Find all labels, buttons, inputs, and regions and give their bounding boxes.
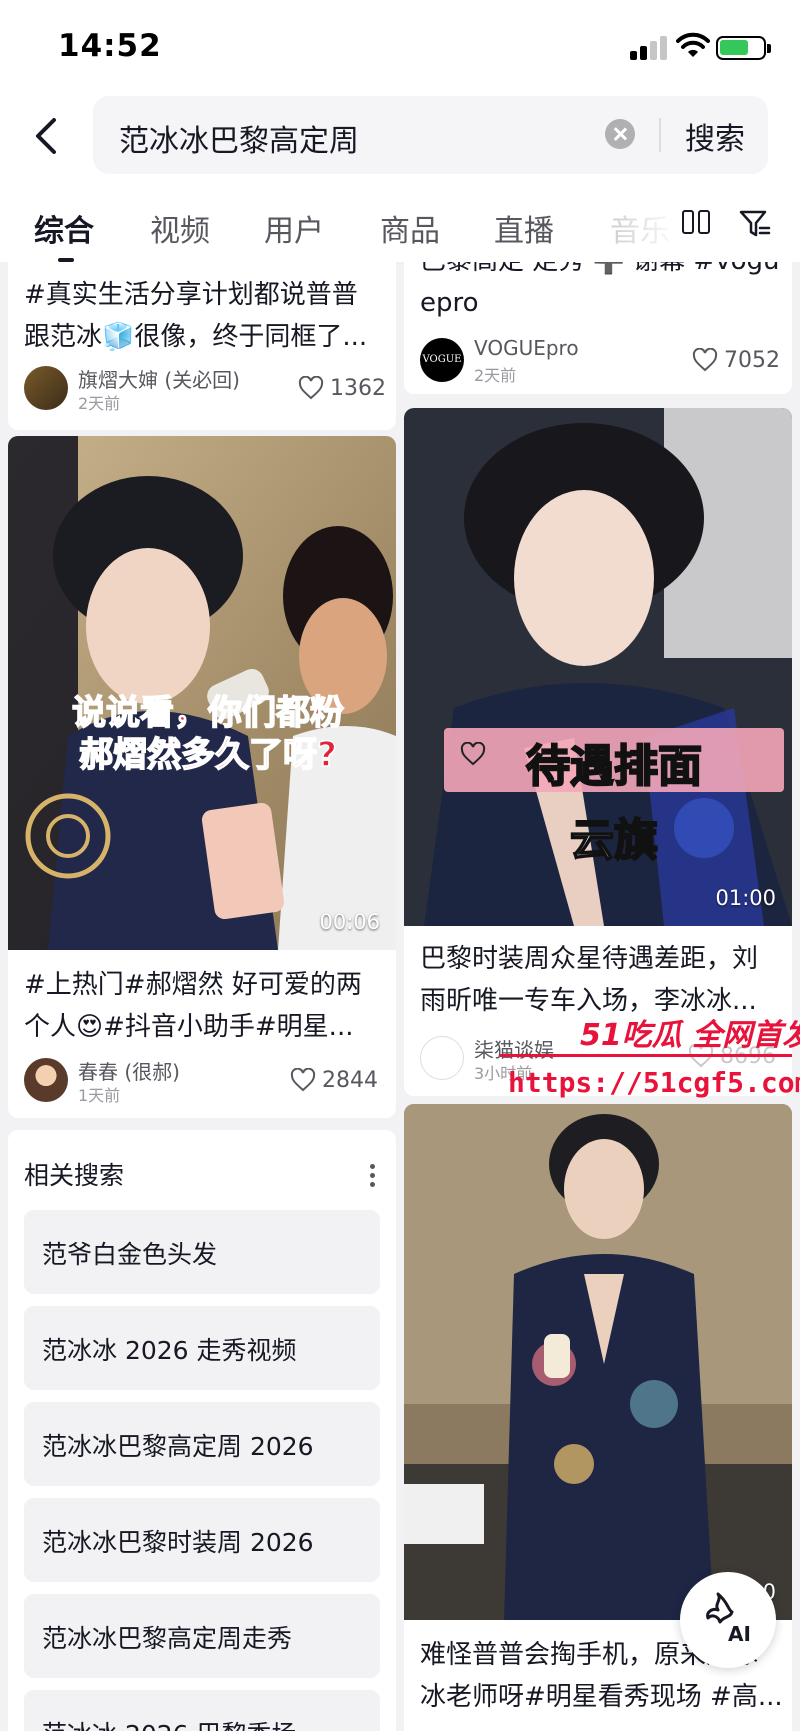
card-title-line1: 巴黎高定 走秀 ➕ 谢幕 #vogu (420, 262, 780, 282)
video-duration: 01:00 (715, 886, 776, 910)
related-search-text: 范冰冰 2026 巴黎秀场 (42, 1715, 297, 1731)
video-card-right-1[interactable]: 巴黎高定 走秀 ➕ 谢幕 #vogu epro VOGUE VOGUEpro 2… (404, 262, 792, 394)
related-search-item[interactable]: 范爷白金色头发 (24, 1210, 380, 1294)
search-query-text[interactable]: 范冰冰巴黎高定周 (119, 116, 359, 160)
card-title-line2: epro (420, 288, 479, 318)
ai-label: AI (728, 1622, 751, 1646)
author-name: VOGUEpro (474, 336, 579, 360)
related-search-item[interactable]: 范冰冰巴黎高定周 2026 (24, 1402, 380, 1486)
tab-users[interactable]: 用户 (264, 206, 324, 250)
heart-icon (290, 1067, 316, 1092)
video-duration: 00:06 (319, 910, 380, 934)
thumbnail-image (404, 1104, 792, 1620)
video-thumbnail[interactable]: 待遇排面 云旗 01:00 (404, 408, 792, 926)
more-options-icon[interactable] (370, 1164, 376, 1190)
related-search-text: 范冰冰巴黎高定周 2026 (42, 1432, 314, 1461)
vogue-logo-avatar: VOGUE (420, 338, 464, 382)
like-count[interactable]: 1362 (298, 375, 386, 401)
wifi-icon (676, 32, 710, 57)
tab-bar: 综合 视频 用户 商品 直播 音乐 (0, 184, 800, 262)
related-search-item[interactable]: 范冰冰 2026 巴黎秀场 (24, 1690, 380, 1731)
related-search-text: 范冰冰巴黎时装周 2026 (42, 1528, 314, 1557)
clear-icon[interactable] (605, 119, 635, 149)
caption-line2: 郝熠然多久了呀? (78, 734, 337, 776)
like-count[interactable]: 7052 (692, 347, 780, 373)
tab-fade-mask (600, 184, 680, 262)
avatar (24, 366, 68, 410)
author-name: 春春 (很郝) (78, 1060, 180, 1084)
card-title-line2: 跟范冰🧊很像，终于同框了... (24, 322, 368, 352)
tab-comprehensive[interactable]: 综合 (34, 206, 94, 250)
ai-assistant-button[interactable]: AI (680, 1572, 776, 1668)
search-button[interactable]: 搜索 (685, 114, 745, 158)
related-search-item[interactable]: 范冰冰巴黎高定周走秀 (24, 1594, 380, 1678)
video-card-left-2[interactable]: 说说看，你们都粉 郝熠然多久了呀? 00:06 #上热门#郝熠然 好可爱的两 个… (8, 436, 396, 1118)
card-title-line2: 个人😍#抖音小助手#明星... (24, 1012, 354, 1042)
related-search-text: 范冰冰 2026 走秀视频 (42, 1336, 297, 1365)
dual-column-icon[interactable] (682, 210, 712, 234)
post-time: 2天前 (78, 394, 121, 413)
tab-video[interactable]: 视频 (150, 206, 210, 250)
card-title-line2: 冰老师呀#明星看秀现场 #高... (420, 1682, 783, 1712)
thumbnail-caption: 说说看，你们都粉 郝熠然多久了呀? (48, 692, 368, 776)
related-search-title: 相关搜索 (24, 1161, 125, 1190)
filter-icon[interactable] (738, 208, 772, 240)
like-count-value: 2844 (322, 1068, 378, 1093)
cellular-signal-icon (630, 36, 670, 60)
author-name: 旗熠大婶 (关必回) (78, 368, 240, 392)
watermark-text: 51吃瓜 全网首发 (580, 1018, 800, 1053)
related-search-item[interactable]: 范冰冰 2026 走秀视频 (24, 1306, 380, 1390)
watermark-overlay: 51吃瓜 全网首发 https://51cgf5.com (500, 1010, 800, 1110)
caption-line2: 云旗 (569, 814, 659, 867)
card-title-line1: 巴黎时装周众星待遇差距，刘 (420, 944, 759, 974)
like-count-value: 7052 (724, 348, 780, 373)
watermark-url: https://51cgf5.com (508, 1066, 800, 1099)
search-input[interactable]: 范冰冰巴黎高定周 搜索 (93, 96, 768, 174)
related-search-panel: 相关搜索 范爷白金色头发 范冰冰 2026 走秀视频 范冰冰巴黎高定周 2026… (8, 1130, 396, 1731)
caption-line1: 待遇排面 (525, 740, 703, 793)
like-count[interactable]: 2844 (290, 1067, 378, 1093)
caption-line1: 说说看，你们都粉 (71, 692, 345, 734)
battery-icon (716, 36, 771, 60)
video-thumbnail[interactable]: 00:20 (404, 1104, 792, 1620)
thumbnail-caption: 待遇排面 云旗 (494, 730, 734, 878)
like-count-value: 1362 (330, 376, 386, 401)
avatar (24, 1058, 68, 1102)
watermark-divider (500, 1054, 792, 1057)
card-title-line1: #上热门#郝熠然 好可爱的两 (24, 970, 362, 1000)
heart-icon (298, 375, 324, 400)
divider (659, 118, 661, 152)
heart-icon (460, 742, 486, 766)
post-time: 2天前 (474, 366, 517, 385)
back-icon[interactable] (26, 114, 70, 158)
post-time: 1天前 (78, 1086, 121, 1105)
related-search-text: 范爷白金色头发 (42, 1240, 218, 1269)
card-title-line1: #真实生活分享计划都说普普 (24, 280, 358, 310)
status-time: 14:52 (58, 28, 162, 64)
tab-live[interactable]: 直播 (494, 206, 554, 250)
avatar (420, 1036, 464, 1080)
related-search-item[interactable]: 范冰冰巴黎时装周 2026 (24, 1498, 380, 1582)
heart-icon (692, 347, 718, 372)
related-search-text: 范冰冰巴黎高定周走秀 (42, 1624, 293, 1653)
video-card-right-2[interactable]: 待遇排面 云旗 01:00 巴黎时装周众星待遇差距，刘 雨昕唯一专车入场，李冰冰… (404, 408, 792, 1096)
video-card-left-1[interactable]: #真实生活分享计划都说普普 跟范冰🧊很像，终于同框了... 旗熠大婶 (关必回)… (8, 262, 396, 430)
tab-products[interactable]: 商品 (380, 206, 440, 250)
video-thumbnail[interactable]: 说说看，你们都粉 郝熠然多久了呀? 00:06 (8, 436, 396, 950)
search-header: 范冰冰巴黎高定周 搜索 (0, 96, 800, 184)
status-bar: 14:52 (0, 0, 800, 96)
